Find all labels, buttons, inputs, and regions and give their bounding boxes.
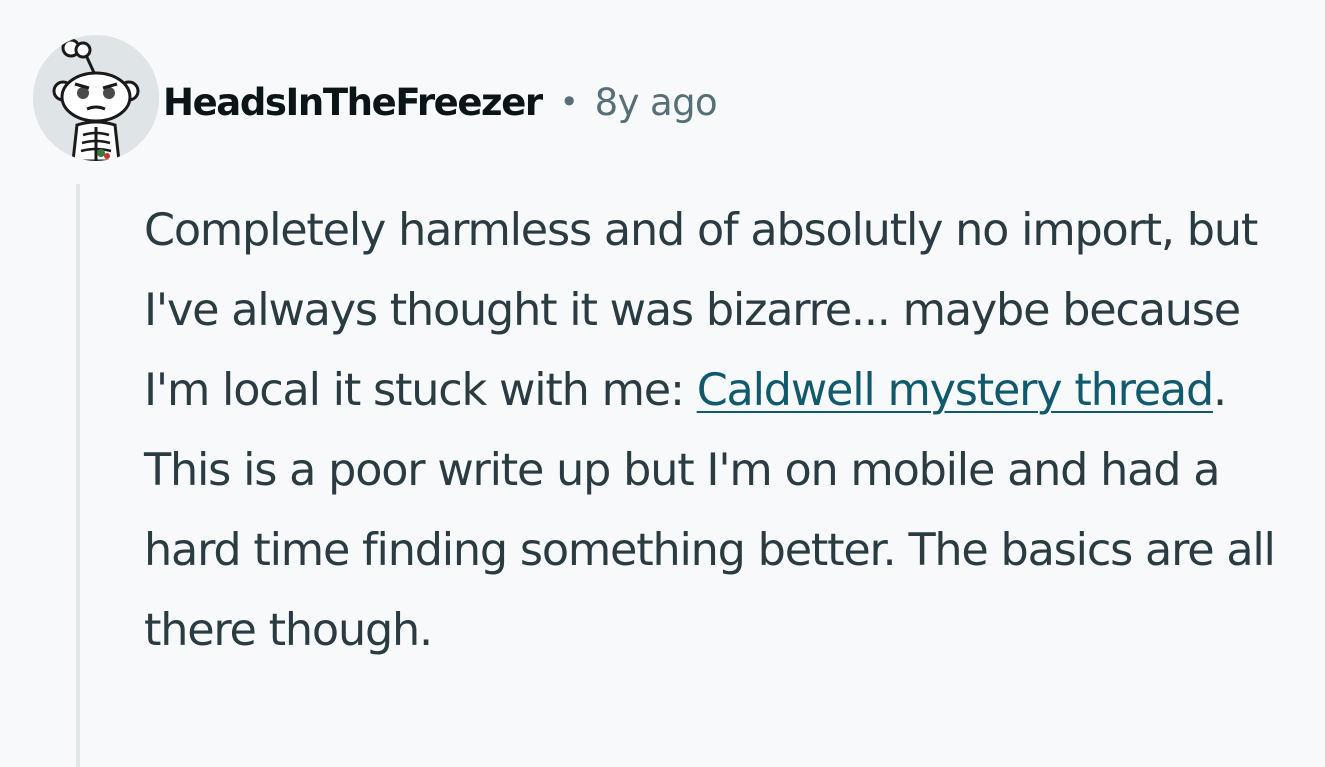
meta-separator: • bbox=[559, 83, 579, 121]
snoo-skeleton-avatar-icon bbox=[33, 35, 159, 161]
author-username[interactable]: HeadsInTheFreezer bbox=[163, 81, 543, 124]
thread-line[interactable] bbox=[76, 184, 80, 767]
comment: HeadsInTheFreezer • 8y ago Completely ha… bbox=[0, 0, 1325, 767]
comment-header: HeadsInTheFreezer • 8y ago bbox=[163, 72, 718, 132]
comment-body: Completely harmless and of absolutly no … bbox=[144, 191, 1314, 671]
comment-timestamp[interactable]: 8y ago bbox=[595, 81, 718, 124]
caldwell-mystery-thread-link[interactable]: Caldwell mystery thread bbox=[697, 365, 1215, 416]
avatar[interactable] bbox=[33, 35, 159, 161]
